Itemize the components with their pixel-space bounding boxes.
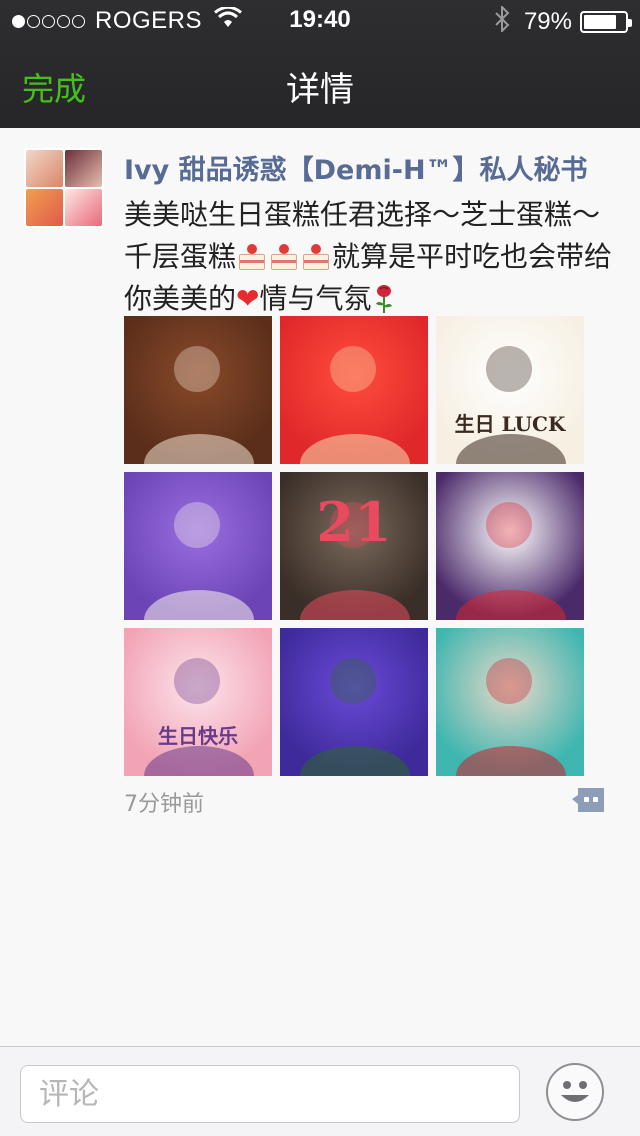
page-title: 详情 xyxy=(286,70,354,110)
comment-bar xyxy=(0,1046,640,1136)
photo-detail xyxy=(174,658,220,704)
comment-bubble-icon[interactable] xyxy=(570,786,606,816)
photo-pink-birthday-cake[interactable]: 生日快乐 xyxy=(124,628,272,776)
photo-detail xyxy=(456,434,566,464)
photo-detail xyxy=(486,658,532,704)
post-text-part3: 情与气氛 xyxy=(259,282,372,315)
emoji-smiley-icon[interactable] xyxy=(546,1063,604,1121)
photo-detail xyxy=(300,590,410,620)
photo-caption: 生日快乐 xyxy=(158,724,238,748)
photo-detail xyxy=(174,346,220,392)
photo-strawberry-cheesecake[interactable] xyxy=(280,316,428,464)
photo-purple-rose-cake[interactable] xyxy=(124,472,272,620)
photo-teal-layer-cake-slice[interactable] xyxy=(436,628,584,776)
photo-caption: 生日 LUCK xyxy=(454,412,566,436)
photo-purple-heart-cake[interactable] xyxy=(280,628,428,776)
comment-input[interactable] xyxy=(20,1065,520,1123)
photo-detail xyxy=(456,746,566,776)
photo-detail xyxy=(144,746,254,776)
header: ROGERS 19:40 79% 完成 详情 xyxy=(0,0,640,128)
photo-detail xyxy=(330,346,376,392)
rose-emoji-icon xyxy=(372,278,396,320)
heart-emoji-icon: ❤ xyxy=(236,282,260,315)
photo-detail xyxy=(300,434,410,464)
post-timestamp: 7分钟前 xyxy=(124,792,204,817)
photo-detail xyxy=(144,590,254,620)
shortcake-emoji-icon xyxy=(301,244,331,270)
battery-percentage: 79% xyxy=(523,8,572,35)
photo-smiley-face-cake[interactable]: 生日 LUCK xyxy=(436,316,584,464)
photo-detail xyxy=(300,746,410,776)
photo-detail xyxy=(144,434,254,464)
avatar[interactable] xyxy=(24,148,104,228)
battery-icon xyxy=(580,11,632,33)
photo-detail xyxy=(486,346,532,392)
status-bar: ROGERS 19:40 79% xyxy=(0,0,640,40)
username-link[interactable]: Ivy 甜品诱惑【Demi-H™】私人秘书 xyxy=(124,148,624,187)
photo-caption: 21 xyxy=(316,490,392,554)
photo-detail xyxy=(330,658,376,704)
photo-number-21-candle-cake[interactable]: 21 xyxy=(280,472,428,620)
photo-detail xyxy=(486,502,532,548)
photo-detail xyxy=(174,502,220,548)
post-text: 美美哒生日蛋糕任君选择～芝士蛋糕～千层蛋糕 就算是平时吃也会带给你美美的❤情与气氛 xyxy=(124,194,614,320)
shortcake-emoji-icon xyxy=(269,244,299,270)
photo-chocolate-monkey-cake[interactable] xyxy=(124,316,272,464)
bluetooth-icon xyxy=(494,4,510,38)
photo-detail xyxy=(456,590,566,620)
shortcake-emoji-icon xyxy=(237,244,267,270)
photo-grid: 生日 LUCK 21 生日快乐 xyxy=(124,316,584,776)
photo-strawberry-rose-cake[interactable] xyxy=(436,472,584,620)
